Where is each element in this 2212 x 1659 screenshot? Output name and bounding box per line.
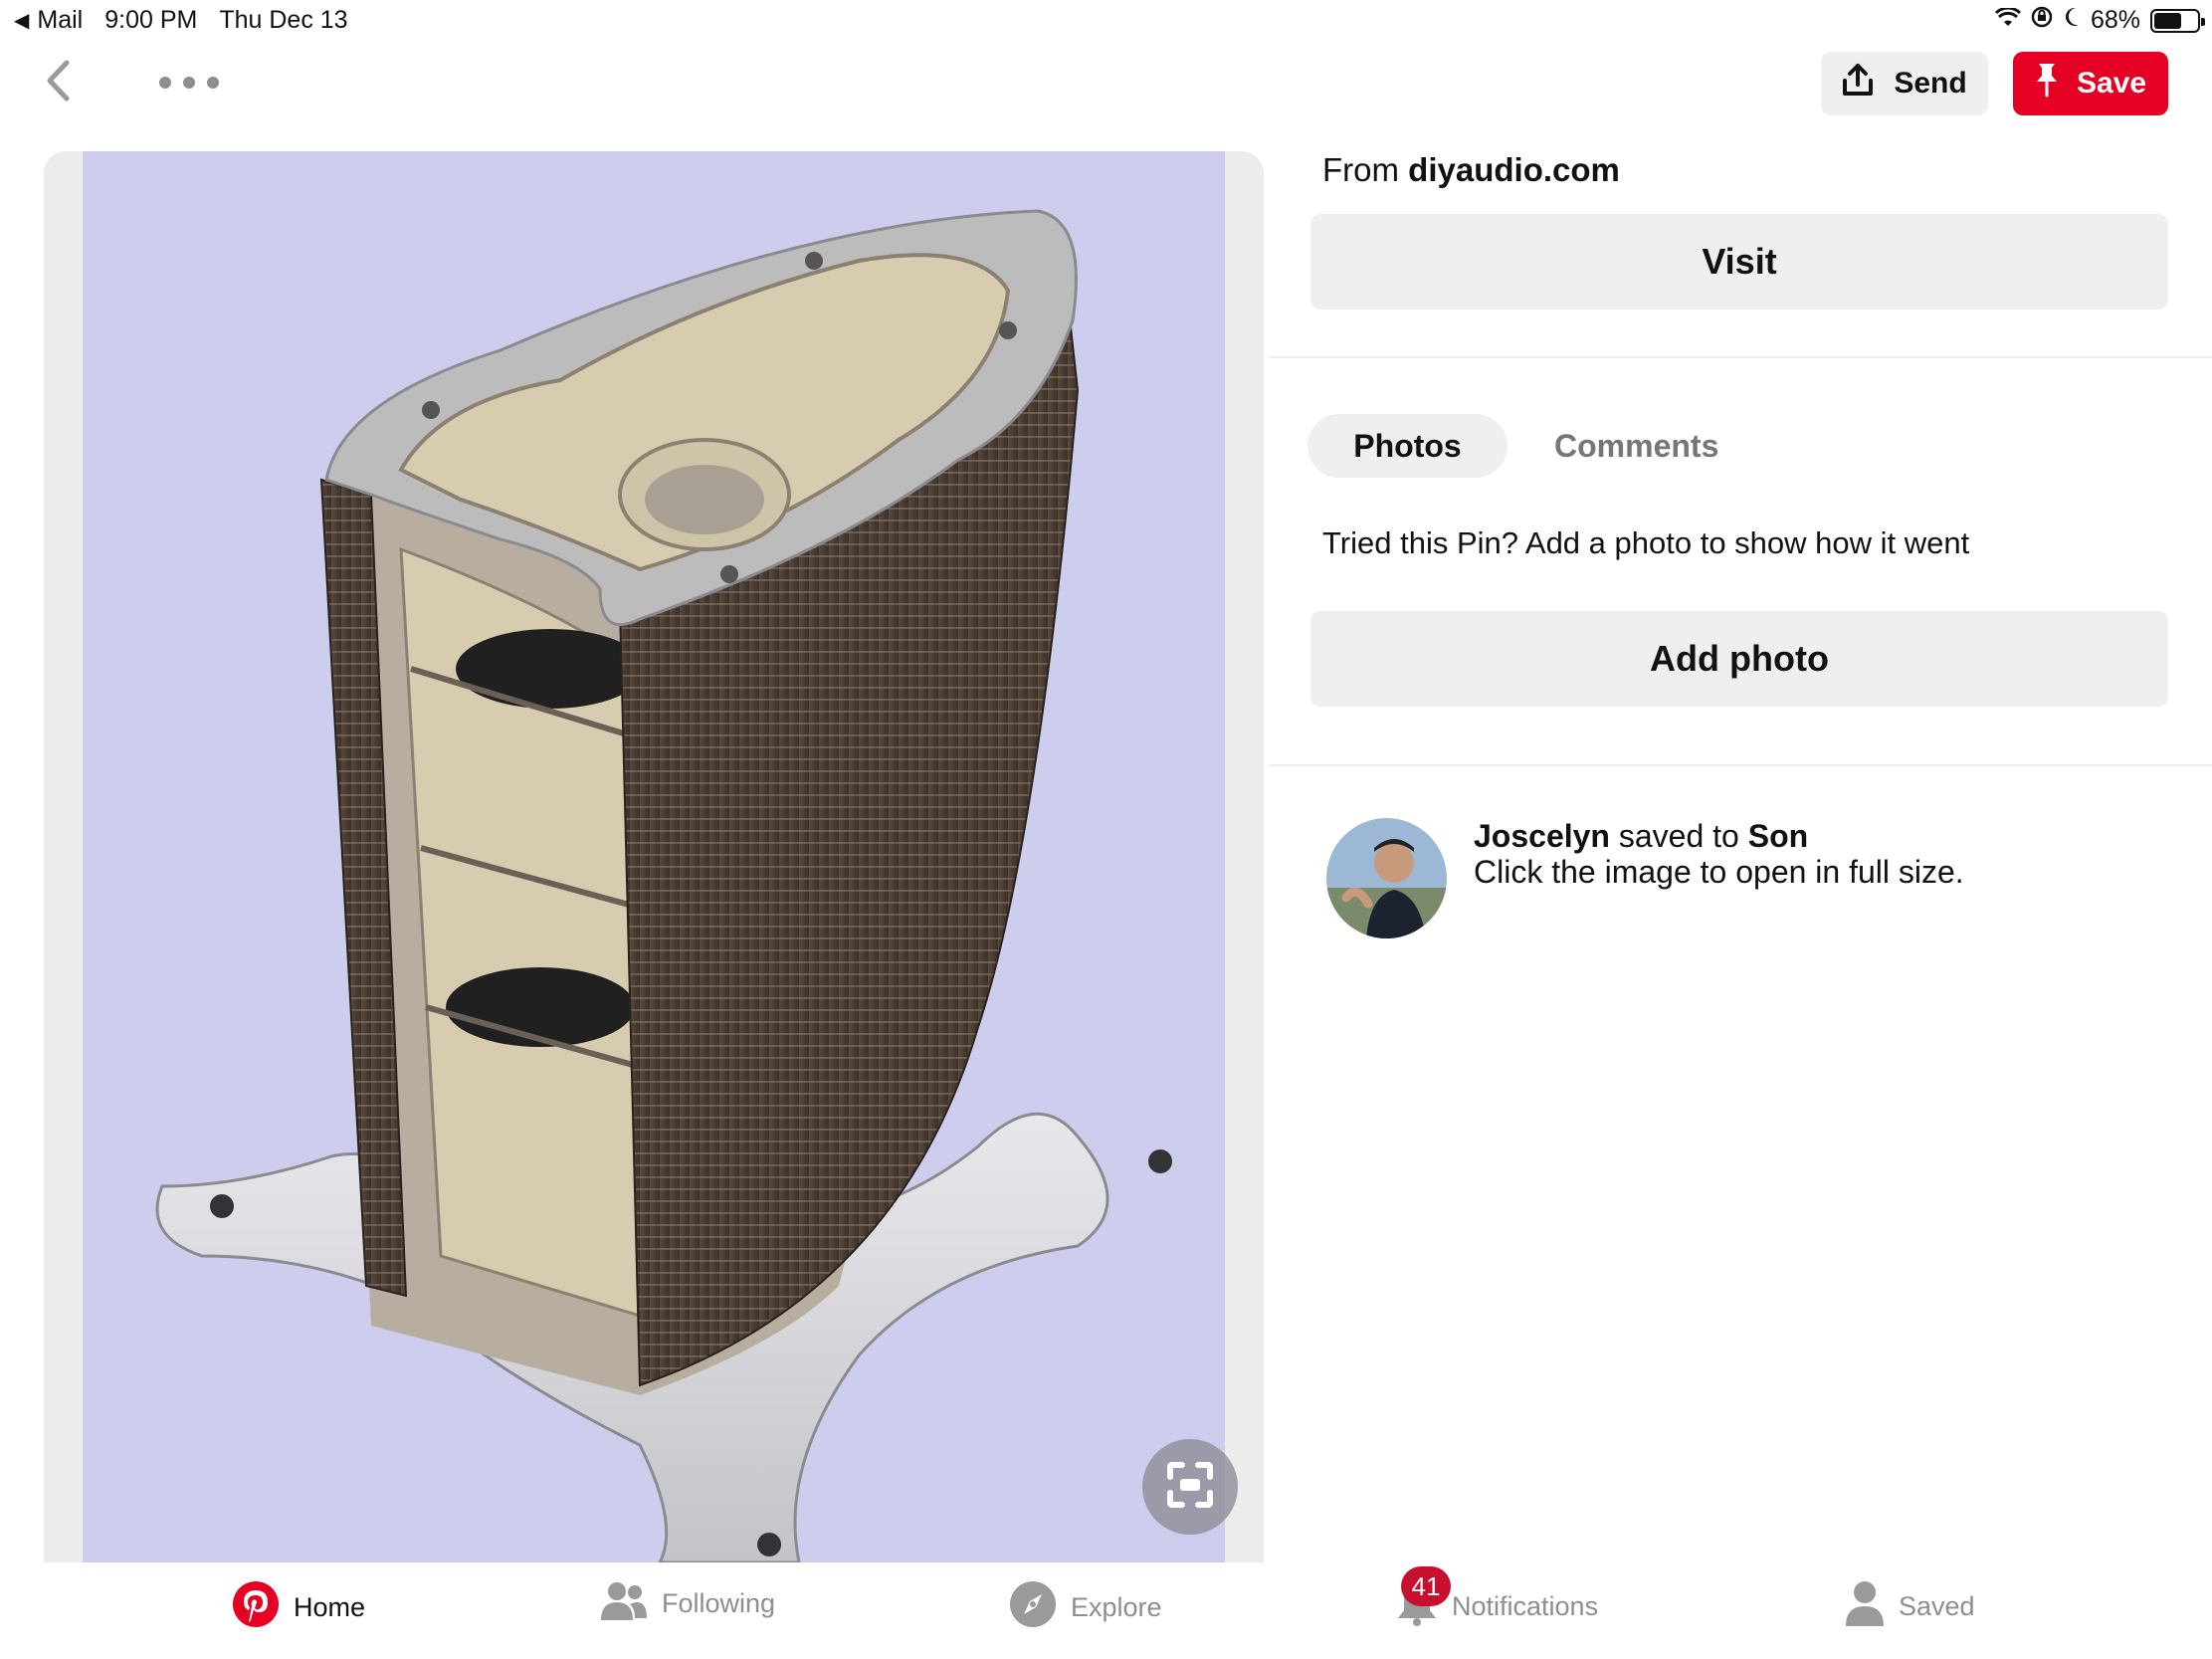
pin-detail-screen: ◀ Mail 9:00 PM Thu Dec 13 68% Send Save … <box>0 0 2212 1659</box>
tab-notifications-label: Notifications <box>1452 1591 1599 1621</box>
send-button[interactable]: Send <box>1821 52 1988 115</box>
saved-by-user[interactable]: Joscelyn <box>1474 818 1610 854</box>
tab-comments-label: Comments <box>1554 427 1719 464</box>
orientation-lock-icon <box>2031 6 2053 35</box>
expand-icon <box>1164 1459 1216 1516</box>
add-photo-label: Add photo <box>1650 638 1829 679</box>
tab-explore-label: Explore <box>1071 1592 1162 1622</box>
avatar[interactable] <box>1326 818 1447 938</box>
source-prefix: From <box>1322 151 1399 188</box>
more-options-button[interactable] <box>159 68 219 98</box>
visit-label: Visit <box>1702 241 1777 282</box>
tab-explore[interactable]: Explore <box>1009 1580 1162 1635</box>
pin-image-container[interactable] <box>44 151 1264 1562</box>
tab-following[interactable]: Following <box>600 1580 775 1627</box>
save-button[interactable]: Save <box>2013 52 2168 115</box>
bottom-tab-bar: Home Following Explore Notifications Sav… <box>0 1562 2212 1659</box>
battery-percent: 68% <box>2090 6 2140 34</box>
tab-following-label: Following <box>662 1588 776 1618</box>
tab-saved-label: Saved <box>1899 1591 1975 1621</box>
expand-image-button[interactable] <box>1142 1439 1238 1535</box>
add-photo-button[interactable]: Add photo <box>1310 611 2168 707</box>
tab-home-label: Home <box>294 1592 366 1622</box>
status-bar: ◀ Mail 9:00 PM Thu Dec 13 68% <box>0 0 2212 40</box>
speaker-render-illustration <box>155 209 1172 1562</box>
saved-by-line: Joscelyn saved to Son <box>1474 818 1808 854</box>
people-icon <box>600 1580 648 1627</box>
moon-icon <box>2063 6 2081 35</box>
back-app-label[interactable]: Mail <box>37 6 83 35</box>
battery-fill <box>2154 12 2182 29</box>
battery-icon <box>2150 8 2205 33</box>
tab-home[interactable]: Home <box>232 1580 365 1635</box>
ellipsis-dot <box>207 77 219 89</box>
ellipsis-dot <box>159 77 171 89</box>
status-time: 9:00 PM <box>104 6 198 34</box>
tab-comments[interactable]: Comments <box>1554 414 1718 478</box>
save-label: Save <box>2076 67 2147 100</box>
source-line: From diyaudio.com <box>1322 151 1620 189</box>
tab-photos-label: Photos <box>1353 427 1462 464</box>
back-button[interactable] <box>38 58 78 107</box>
tried-prompt: Tried this Pin? Add a photo to show how … <box>1322 525 1970 560</box>
pin-description: Click the image to open in full size. <box>1474 854 1964 890</box>
status-date: Thu Dec 13 <box>219 6 348 34</box>
saved-by-text: saved to <box>1618 818 1739 854</box>
share-icon <box>1842 63 1874 104</box>
section-divider <box>1269 356 2212 358</box>
pin-image[interactable] <box>83 151 1225 1562</box>
person-icon <box>1845 1580 1885 1633</box>
status-right: 68% <box>1994 6 2205 35</box>
notifications-badge: 41 <box>1401 1566 1451 1606</box>
tab-photos[interactable]: Photos <box>1307 414 1508 478</box>
pinterest-logo-icon <box>232 1580 280 1635</box>
chevron-left-icon <box>45 59 71 107</box>
section-divider <box>1269 764 2212 766</box>
saved-board[interactable]: Son <box>1748 818 1808 854</box>
source-domain[interactable]: diyaudio.com <box>1408 151 1620 188</box>
ellipsis-dot <box>183 77 195 89</box>
status-left: ◀ Mail 9:00 PM Thu Dec 13 <box>14 6 348 35</box>
back-to-app-icon[interactable]: ◀ <box>14 8 29 33</box>
avatar-photo <box>1326 818 1447 938</box>
pin-icon <box>2035 62 2059 105</box>
visit-button[interactable]: Visit <box>1310 214 2168 310</box>
send-label: Send <box>1894 67 1967 100</box>
tab-saved[interactable]: Saved <box>1845 1580 1975 1633</box>
wifi-icon <box>1994 6 2022 35</box>
compass-icon <box>1009 1580 1057 1635</box>
